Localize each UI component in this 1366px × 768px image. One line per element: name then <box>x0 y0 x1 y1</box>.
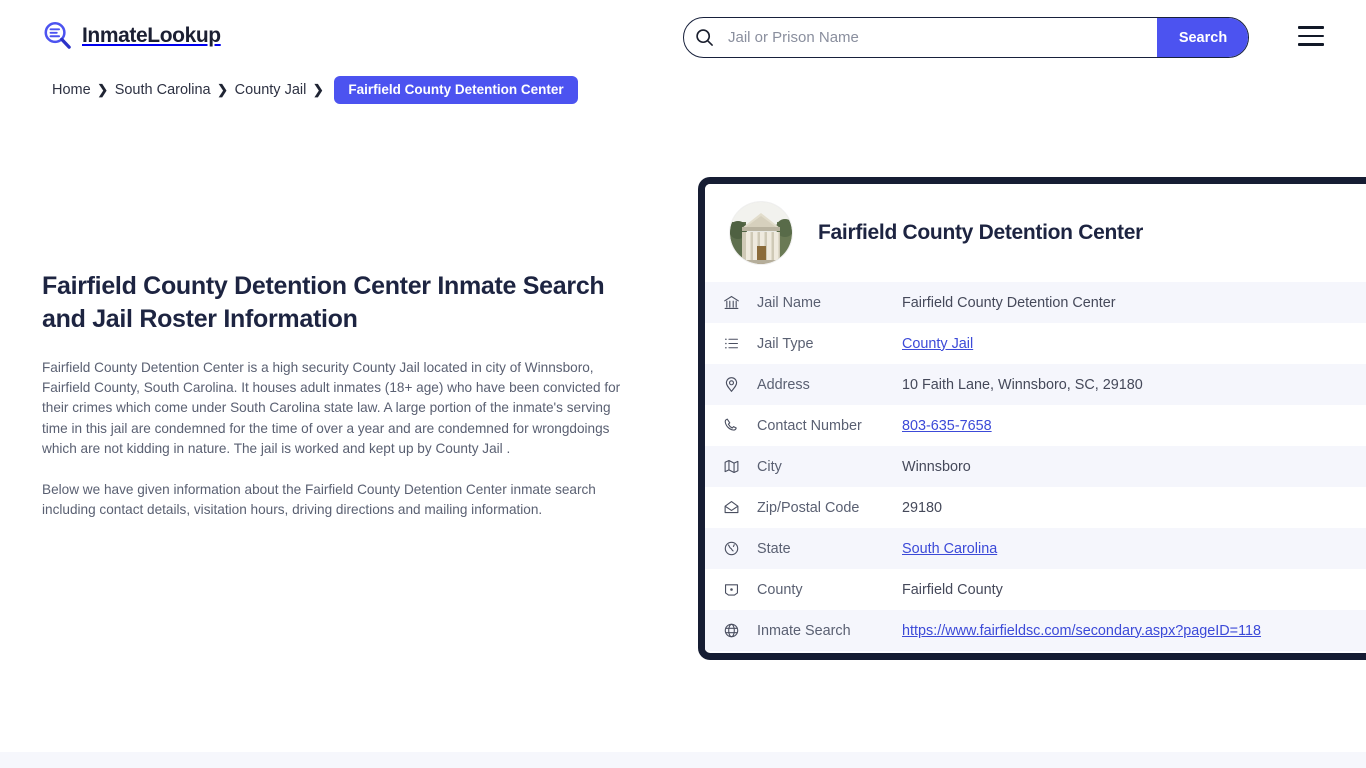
globe-icon <box>723 540 757 557</box>
table-row: Zip/Postal Code 29180 <box>705 487 1366 528</box>
secondary-paragraph: Below we have given information about th… <box>42 480 612 520</box>
page-root: InmateLookup Search Home ❯ South Carolin… <box>0 0 1366 768</box>
mail-icon <box>723 499 757 516</box>
web-icon <box>723 622 757 639</box>
magnifier-list-icon <box>42 20 73 51</box>
search-button[interactable]: Search <box>1157 17 1249 58</box>
table-row: State South Carolina <box>705 528 1366 569</box>
hamburger-line <box>1298 35 1324 38</box>
chevron-right-icon: ❯ <box>211 80 235 100</box>
card-title: Fairfield County Detention Center <box>818 221 1143 245</box>
contact-number-link[interactable]: 803-635-7658 <box>902 418 992 434</box>
search-bar[interactable]: Search <box>683 17 1249 58</box>
row-label: Contact Number <box>757 418 902 434</box>
table-row: Contact Number 803-635-7658 <box>705 405 1366 446</box>
site-header: InmateLookup Search <box>0 0 1366 74</box>
row-label: Jail Name <box>757 295 902 311</box>
row-label: Address <box>757 377 902 393</box>
table-row: Address 10 Faith Lane, Winnsboro, SC, 29… <box>705 364 1366 405</box>
jail-type-link[interactable]: County Jail <box>902 336 973 352</box>
list-icon <box>723 335 757 352</box>
intro-paragraph: Fairfield County Detention Center is a h… <box>42 358 630 459</box>
row-value: Fairfield County Detention Center <box>902 295 1116 311</box>
facility-details-table: Jail Name Fairfield County Detention Cen… <box>705 282 1366 651</box>
table-row: City Winnsboro <box>705 446 1366 487</box>
avatar <box>730 202 792 264</box>
table-row: County Fairfield County <box>705 569 1366 610</box>
row-value: 29180 <box>902 500 942 516</box>
article-column: Fairfield County Detention Center Inmate… <box>42 270 632 520</box>
hamburger-menu-icon[interactable] <box>1298 26 1324 46</box>
row-value: Winnsboro <box>902 459 971 475</box>
search-input[interactable] <box>724 18 1157 57</box>
table-row: Jail Name Fairfield County Detention Cen… <box>705 282 1366 323</box>
county-icon <box>723 581 757 598</box>
page-title: Fairfield County Detention Center Inmate… <box>42 270 622 336</box>
row-value: 10 Faith Lane, Winnsboro, SC, 29180 <box>902 377 1143 393</box>
row-value: Fairfield County <box>902 582 1003 598</box>
bank-icon <box>723 294 757 311</box>
table-row: Inmate Search https://www.fairfieldsc.co… <box>705 610 1366 651</box>
state-link[interactable]: South Carolina <box>902 541 997 557</box>
breadcrumb-current: Fairfield County Detention Center <box>334 76 577 104</box>
row-label: Zip/Postal Code <box>757 500 902 516</box>
footer-band <box>0 752 1366 768</box>
chevron-right-icon: ❯ <box>91 80 115 100</box>
breadcrumb: Home ❯ South Carolina ❯ County Jail ❯ Fa… <box>52 76 578 104</box>
row-value: South Carolina <box>902 541 997 557</box>
facility-info-card: Fairfield County Detention Center Jail N… <box>698 177 1366 660</box>
logo-text: InmateLookup <box>82 20 221 51</box>
chevron-right-icon: ❯ <box>306 80 330 100</box>
search-icon <box>684 17 724 58</box>
breadcrumb-item-south-carolina[interactable]: South Carolina <box>115 82 211 98</box>
row-value: https://www.fairfieldsc.com/secondary.as… <box>902 623 1261 639</box>
site-logo[interactable]: InmateLookup <box>42 20 221 51</box>
hamburger-line <box>1298 26 1324 29</box>
map-pin-icon <box>723 376 757 393</box>
row-value: 803-635-7658 <box>902 418 992 434</box>
courthouse-photo <box>730 202 792 264</box>
row-label: County <box>757 582 902 598</box>
card-header: Fairfield County Detention Center <box>705 184 1366 282</box>
map-icon <box>723 458 757 475</box>
hamburger-line <box>1298 43 1324 46</box>
inmate-search-link[interactable]: https://www.fairfieldsc.com/secondary.as… <box>902 623 1261 639</box>
row-label: Jail Type <box>757 336 902 352</box>
phone-icon <box>723 417 757 434</box>
row-label: State <box>757 541 902 557</box>
row-label: Inmate Search <box>757 623 902 639</box>
row-label: City <box>757 459 902 475</box>
breadcrumb-item-county-jail[interactable]: County Jail <box>235 82 307 98</box>
row-value: County Jail <box>902 336 973 352</box>
table-row: Jail Type County Jail <box>705 323 1366 364</box>
breadcrumb-item-home[interactable]: Home <box>52 82 91 98</box>
